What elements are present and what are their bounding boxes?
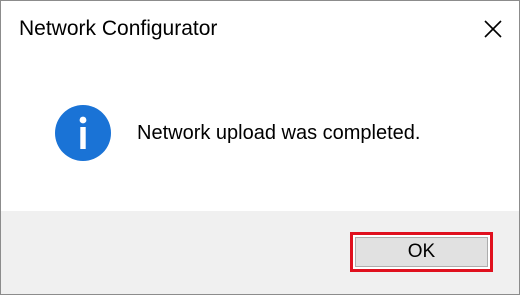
window-title: Network Configurator xyxy=(19,17,218,40)
close-icon xyxy=(484,20,502,38)
message-area: Network upload was completed. xyxy=(1,61,519,211)
button-bar: OK xyxy=(1,211,519,294)
ok-button-highlight: OK xyxy=(350,232,493,272)
close-button[interactable] xyxy=(473,11,513,47)
message-text: Network upload was completed. xyxy=(137,122,421,144)
message-dialog: Network Configurator Network upload was … xyxy=(0,0,520,295)
ok-button[interactable]: OK xyxy=(355,237,488,267)
info-icon xyxy=(55,105,111,161)
title-bar: Network Configurator xyxy=(1,1,519,61)
